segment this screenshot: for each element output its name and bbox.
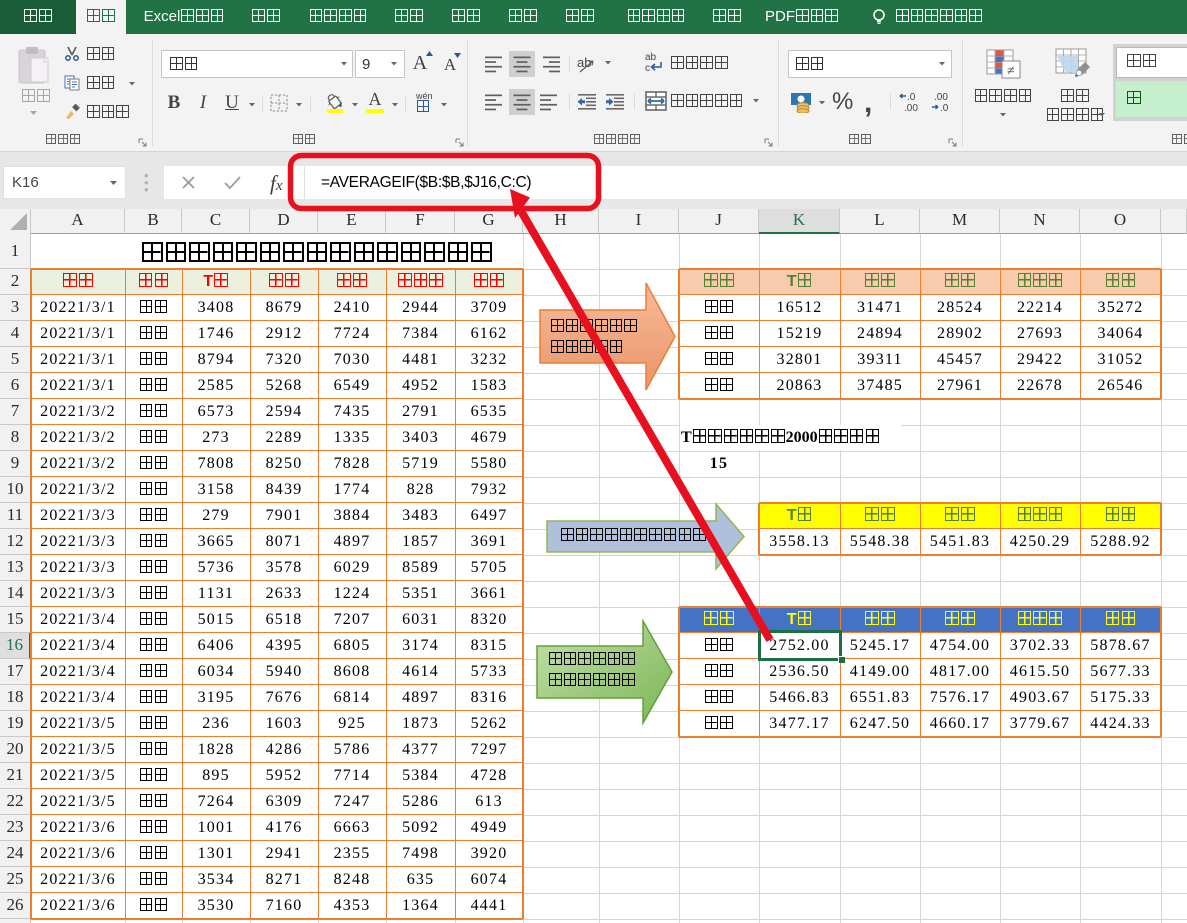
svg-text:.00: .00 [934,92,948,103]
svg-text:.0: .0 [907,92,916,103]
svg-text:ab: ab [645,52,657,63]
svg-text:.00: .00 [904,103,918,114]
svg-text:c: c [645,63,650,73]
svg-text:.0: .0 [940,103,949,114]
svg-text:≠: ≠ [1007,64,1015,79]
